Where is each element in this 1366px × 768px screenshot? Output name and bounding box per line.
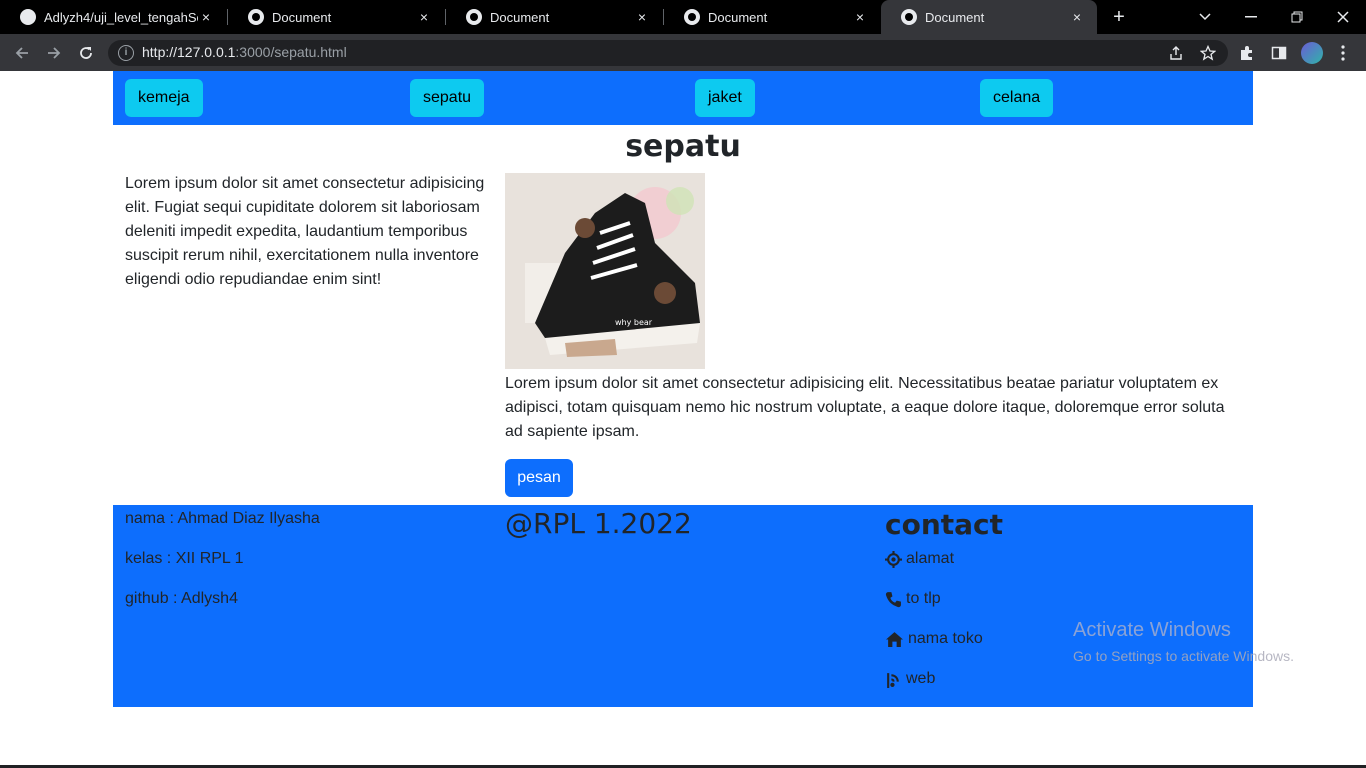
footer-name: nama : Ahmad Diaz Ilyasha [125, 510, 320, 527]
order-button[interactable]: pesan [505, 459, 573, 497]
page-title: sepatu [625, 129, 741, 164]
url-host: http://127.0.0.1 [142, 44, 236, 60]
tab-document-active[interactable]: Document × [881, 0, 1097, 34]
tab-strip: Adlyzh4/uji_level_tengahSem × Document ×… [0, 0, 1366, 34]
globe-icon [684, 9, 700, 25]
contact-web[interactable]: web [885, 670, 935, 688]
tab-title: Adlyzh4/uji_level_tengahSem [44, 9, 198, 25]
globe-icon [248, 9, 264, 25]
close-icon[interactable]: × [634, 9, 650, 25]
globe-icon [466, 9, 482, 25]
tab-title: Document [272, 9, 332, 25]
url-text[interactable]: http://127.0.0.1:3000/sepatu.html [142, 44, 347, 60]
watermark-subtitle: Go to Settings to activate Windows. [1073, 648, 1294, 664]
description-right: Lorem ipsum dolor sit amet consectetur a… [505, 375, 1225, 440]
star-icon[interactable] [1198, 43, 1218, 63]
minimize-icon[interactable] [1228, 0, 1274, 34]
phone-icon [885, 591, 901, 607]
reload-icon[interactable] [74, 41, 98, 65]
tab-document[interactable]: Document × [664, 0, 880, 34]
nav-kemeja[interactable]: kemeja [125, 79, 203, 117]
url-path: :3000/sepatu.html [235, 44, 347, 60]
close-window-icon[interactable] [1320, 0, 1366, 34]
contact-phone[interactable]: to tlp [885, 590, 941, 608]
nav-sepatu[interactable]: sepatu [410, 79, 485, 117]
footer-class: kelas : XII RPL 1 [125, 550, 244, 567]
contact-label: nama toko [908, 630, 983, 647]
navbar: kemeja sepatu jaket celana [113, 71, 1253, 125]
close-icon[interactable]: × [1069, 9, 1085, 25]
close-icon[interactable]: × [852, 9, 868, 25]
tab-title: Document [925, 9, 985, 25]
watermark-title: Activate Windows [1073, 619, 1231, 641]
footer-github: github : Adlysh4 [125, 590, 238, 607]
profile-avatar[interactable] [1301, 42, 1323, 64]
github-icon [20, 9, 36, 25]
contact-label: alamat [906, 550, 955, 567]
description-left: Lorem ipsum dolor sit amet consectetur a… [125, 175, 485, 288]
globe-icon [901, 9, 917, 25]
close-icon[interactable]: × [198, 9, 214, 25]
share-icon[interactable] [1166, 43, 1186, 63]
contact-title: contact [885, 508, 1004, 541]
nav-celana[interactable]: celana [980, 79, 1054, 117]
info-icon[interactable]: i [118, 45, 134, 61]
home-icon [886, 631, 903, 647]
contact-label: web [906, 670, 936, 687]
shoe-label: why bear [615, 318, 653, 327]
close-icon[interactable]: × [416, 9, 432, 25]
new-tab-button[interactable]: + [1108, 6, 1130, 28]
tab-title: Document [708, 9, 768, 25]
contact-alamat[interactable]: alamat [885, 550, 954, 568]
tab-search-icon[interactable] [1182, 0, 1228, 34]
shoe-image: why bear [505, 173, 705, 369]
activate-windows-watermark: Activate Windows Go to Settings to activ… [1073, 619, 1294, 664]
forward-icon[interactable] [42, 41, 66, 65]
extensions-icon[interactable] [1237, 43, 1257, 63]
restore-icon[interactable] [1274, 0, 1320, 34]
copyright: @RPL 1.2022 [505, 507, 692, 540]
tab-title: Document [490, 9, 550, 25]
contact-toko[interactable]: nama toko [885, 630, 983, 648]
footer: nama : Ahmad Diaz Ilyasha kelas : XII RP… [113, 505, 1253, 707]
tab-github[interactable]: Adlyzh4/uji_level_tengahSem × [0, 0, 226, 34]
crosshair-icon [885, 550, 902, 568]
link-icon [887, 672, 899, 688]
side-panel-icon[interactable] [1269, 43, 1289, 63]
nav-jaket[interactable]: jaket [695, 79, 755, 117]
tab-document[interactable]: Document × [446, 0, 662, 34]
tab-document[interactable]: Document × [228, 0, 444, 34]
contact-label: to tlp [906, 590, 941, 607]
back-icon[interactable] [10, 41, 34, 65]
menu-icon[interactable] [1333, 43, 1353, 63]
